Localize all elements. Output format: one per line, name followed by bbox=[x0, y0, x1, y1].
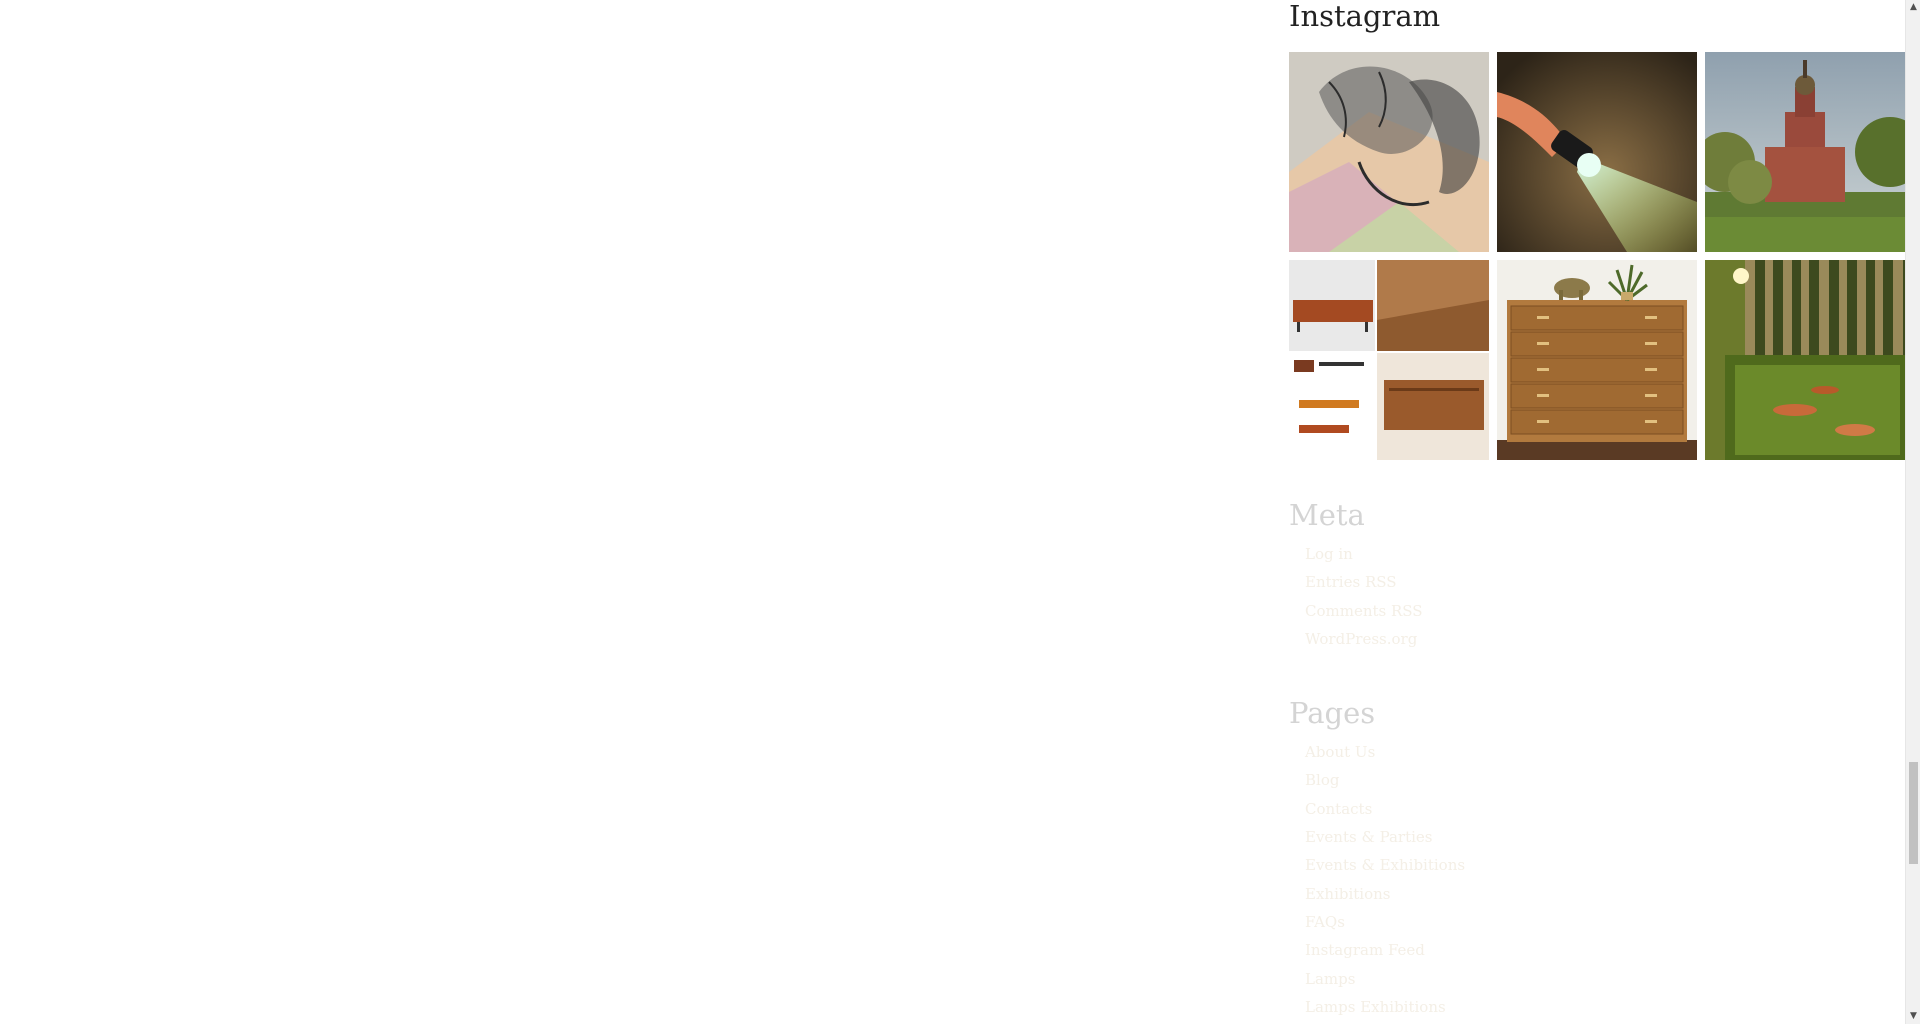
page-link-contacts[interactable]: Contacts bbox=[1305, 800, 1372, 818]
list-item: Events & Parties bbox=[1305, 823, 1905, 851]
page-link-lamps-exhibitions[interactable]: Lamps Exhibitions bbox=[1305, 998, 1446, 1016]
scroll-up-arrow-icon[interactable]: ▲ bbox=[1906, 0, 1920, 15]
list-item: Contacts bbox=[1305, 795, 1905, 823]
meta-link-entries-rss[interactable]: Entries RSS bbox=[1305, 573, 1397, 591]
instagram-photo-church[interactable] bbox=[1705, 52, 1905, 252]
page-link-faqs[interactable]: FAQs bbox=[1305, 913, 1345, 931]
pond-room-photo-icon bbox=[1705, 260, 1905, 460]
list-item: Events & Exhibitions bbox=[1305, 851, 1905, 879]
pages-title: Pages bbox=[1289, 696, 1376, 731]
page-link-events-parties[interactable]: Events & Parties bbox=[1305, 828, 1433, 846]
list-item: About Us bbox=[1305, 738, 1905, 766]
illustration-photo-icon bbox=[1289, 52, 1489, 252]
list-item: Entries RSS bbox=[1305, 568, 1905, 596]
instagram-photo-flashlight[interactable] bbox=[1497, 52, 1697, 252]
meta-widget: Meta Log in Entries RSS Comments RSS Wor… bbox=[1289, 498, 1905, 653]
list-item: Comments RSS bbox=[1305, 597, 1905, 625]
page-link-events-exhibitions[interactable]: Events & Exhibitions bbox=[1305, 856, 1465, 874]
list-item: Lamps bbox=[1305, 965, 1905, 993]
page-link-exhibitions[interactable]: Exhibitions bbox=[1305, 885, 1390, 903]
list-item: Instagram Feed bbox=[1305, 936, 1905, 964]
instagram-photo-dresser[interactable] bbox=[1497, 260, 1697, 460]
page-link-blog[interactable]: Blog bbox=[1305, 771, 1339, 789]
furniture-collage-photo-icon bbox=[1289, 260, 1489, 460]
instagram-photo-pond-room[interactable] bbox=[1705, 260, 1905, 460]
meta-link-log-in[interactable]: Log in bbox=[1305, 545, 1353, 563]
scroll-thumb[interactable] bbox=[1909, 762, 1918, 864]
instagram-photo-furniture-collage[interactable] bbox=[1289, 260, 1489, 460]
pages-widget: Pages About Us Blog Contacts Events & Pa… bbox=[1289, 696, 1905, 1021]
list-item: Blog bbox=[1305, 766, 1905, 794]
page-link-about-us[interactable]: About Us bbox=[1305, 743, 1375, 761]
list-item: Exhibitions bbox=[1305, 880, 1905, 908]
meta-link-wordpress-org[interactable]: WordPress.org bbox=[1305, 630, 1417, 648]
page-link-lamps[interactable]: Lamps bbox=[1305, 970, 1355, 988]
church-photo-icon bbox=[1705, 52, 1905, 252]
instagram-photo-illustration[interactable] bbox=[1289, 52, 1489, 252]
list-item: WordPress.org bbox=[1305, 625, 1905, 653]
instagram-grid bbox=[1289, 52, 1905, 460]
meta-link-comments-rss[interactable]: Comments RSS bbox=[1305, 602, 1423, 620]
instagram-widget: Instagram bbox=[1289, 0, 1905, 460]
page-link-instagram-feed[interactable]: Instagram Feed bbox=[1305, 941, 1425, 959]
scroll-down-arrow-icon[interactable]: ▼ bbox=[1906, 1009, 1920, 1024]
list-item: Lamps Exhibitions bbox=[1305, 993, 1905, 1021]
list-item: Log in bbox=[1305, 540, 1905, 568]
dresser-photo-icon bbox=[1497, 260, 1697, 460]
list-item: FAQs bbox=[1305, 908, 1905, 936]
vertical-scrollbar[interactable]: ▲ ▼ bbox=[1905, 0, 1920, 1024]
sidebar: Instagram Meta Log in Entries RSS Commen… bbox=[1289, 0, 1905, 1021]
meta-title: Meta bbox=[1289, 498, 1365, 532]
instagram-title: Instagram bbox=[1289, 0, 1441, 33]
pages-links: About Us Blog Contacts Events & Parties … bbox=[1289, 738, 1905, 1021]
page: Instagram Meta Log in Entries RSS Commen… bbox=[0, 0, 1920, 1024]
flashlight-water-photo-icon bbox=[1497, 52, 1697, 252]
meta-links: Log in Entries RSS Comments RSS WordPres… bbox=[1289, 540, 1905, 653]
